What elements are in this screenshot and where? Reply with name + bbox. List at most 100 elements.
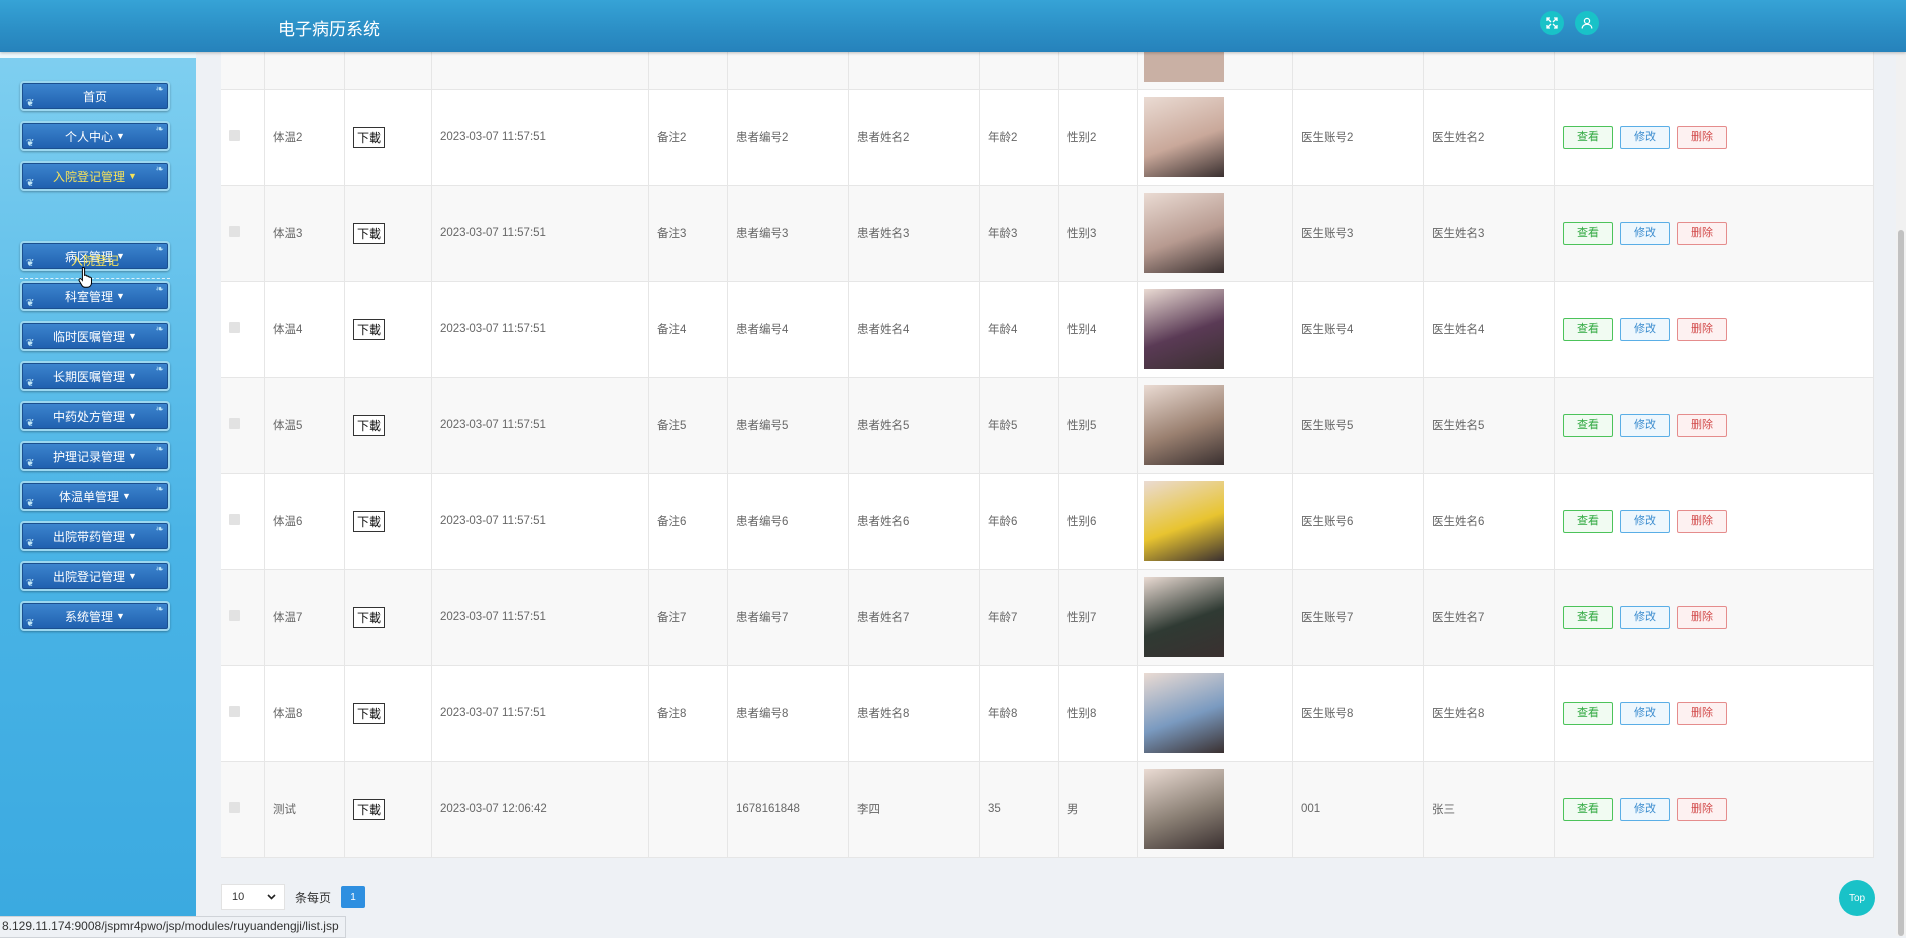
delete-button[interactable]: 删除: [1677, 605, 1727, 629]
row-checkbox[interactable]: [229, 418, 240, 429]
sidebar-item-0[interactable]: 首页 ❧ ❦: [20, 81, 170, 111]
download-link[interactable]: 下載: [353, 606, 386, 628]
delete-button[interactable]: 删除: [1677, 701, 1727, 725]
sidebar-item-6[interactable]: 长期医嘱管理 ▼ ❧ ❦: [20, 361, 170, 391]
edit-button[interactable]: 修改: [1620, 317, 1670, 341]
download-link[interactable]: 下載: [353, 318, 386, 340]
edit-button[interactable]: 修改: [1620, 605, 1670, 629]
ornament-icon: ❦: [26, 418, 35, 429]
time-cell: 2023-03-07 11:57:51: [431, 569, 649, 666]
select-cell: [221, 761, 265, 858]
actions-cell: 查看 修改 删除: [1554, 377, 1874, 474]
row-checkbox[interactable]: [229, 514, 240, 525]
submenu-item-admission[interactable]: 入院登记: [20, 252, 170, 279]
sidebar-item-8[interactable]: 护理记录管理 ▼ ❧ ❦: [20, 441, 170, 471]
doctor-name-cell: 医生姓名3: [1423, 185, 1555, 282]
doctor-account-cell: 医生账号4: [1292, 281, 1424, 378]
edit-button[interactable]: 修改: [1620, 221, 1670, 245]
page-size-select[interactable]: 10: [221, 884, 285, 910]
edit-button[interactable]: 修改: [1620, 509, 1670, 533]
sidebar-item-5[interactable]: 临时医嘱管理 ▼ ❧ ❦: [20, 321, 170, 351]
vertical-scrollbar[interactable]: [1896, 52, 1906, 936]
patient-no-cell: 患者编号6: [727, 473, 849, 570]
fullscreen-button[interactable]: [1540, 11, 1564, 35]
doctor-account-cell: 医生账号7: [1292, 569, 1424, 666]
view-button[interactable]: 查看: [1563, 605, 1613, 629]
edit-button[interactable]: 修改: [1620, 125, 1670, 149]
ornament-icon: ❦: [26, 98, 35, 109]
patient-photo: [1144, 673, 1224, 753]
delete-button[interactable]: 删除: [1677, 509, 1727, 533]
doctor-account-cell: 001: [1292, 761, 1424, 858]
row-checkbox[interactable]: [229, 706, 240, 717]
edit-button[interactable]: 修改: [1620, 413, 1670, 437]
view-button[interactable]: 查看: [1563, 797, 1613, 821]
download-cell: 下載: [344, 377, 432, 474]
scrollbar-thumb[interactable]: [1898, 230, 1904, 936]
pagination: 10 条每页 1: [221, 884, 366, 910]
delete-button[interactable]: 删除: [1677, 317, 1727, 341]
delete-button[interactable]: 删除: [1677, 413, 1727, 437]
sidebar-item-9[interactable]: 体温单管理 ▼ ❧ ❦: [20, 481, 170, 511]
sidebar-item-4[interactable]: 科室管理 ▼ ❧ ❦: [20, 281, 170, 311]
actions-cell: 查看 修改 删除: [1554, 473, 1874, 570]
patient-photo: [1144, 769, 1224, 849]
per-page-label: 条每页: [295, 890, 332, 905]
caret-down-icon: ▼: [128, 171, 137, 181]
sidebar-item-7[interactable]: 中药处方管理 ▼ ❧ ❦: [20, 401, 170, 431]
temperature-cell: 体温7: [264, 569, 345, 666]
patient-photo: [1144, 481, 1224, 561]
download-link[interactable]: 下載: [353, 798, 386, 820]
sidebar-item-2[interactable]: 入院登记管理 ▼ ❧ ❦: [20, 161, 170, 191]
select-cell: [221, 377, 265, 474]
temperature-cell: 体温4: [264, 281, 345, 378]
row-checkbox[interactable]: [229, 226, 240, 237]
view-button[interactable]: 查看: [1563, 509, 1613, 533]
row-checkbox[interactable]: [229, 610, 240, 621]
temperature-cell: 体温5: [264, 377, 345, 474]
sidebar-item-label: 护理记录管理: [53, 449, 126, 464]
sidebar-item-1[interactable]: 个人中心 ▼ ❧ ❦: [20, 121, 170, 151]
download-link[interactable]: 下載: [353, 702, 386, 724]
patient-photo: [1144, 289, 1224, 369]
view-button[interactable]: 查看: [1563, 701, 1613, 725]
sidebar-item-10[interactable]: 出院带药管理 ▼ ❧ ❦: [20, 521, 170, 551]
sidebar-item-12[interactable]: 系统管理 ▼ ❧ ❦: [20, 601, 170, 631]
view-button[interactable]: 查看: [1563, 125, 1613, 149]
back-to-top-button[interactable]: Top: [1839, 880, 1875, 916]
delete-button[interactable]: 删除: [1677, 125, 1727, 149]
view-button[interactable]: 查看: [1563, 317, 1613, 341]
download-link[interactable]: 下載: [353, 414, 386, 436]
sex-cell: 男: [1058, 761, 1138, 858]
doctor-name-cell: 医生姓名8: [1423, 665, 1555, 762]
user-button[interactable]: [1575, 11, 1599, 35]
view-button[interactable]: 查看: [1563, 413, 1613, 437]
delete-button[interactable]: 删除: [1677, 797, 1727, 821]
patient-name-cell: 患者姓名6: [848, 473, 980, 570]
page-button-1[interactable]: 1: [341, 886, 366, 908]
edit-button[interactable]: 修改: [1620, 701, 1670, 725]
ornament-icon: ❦: [26, 458, 35, 469]
admission-table: 体温2 下載 2023-03-07 11:57:51 备注2 患者编号2 患者姓名2 年龄2…: [221, 52, 1874, 858]
table-row: 体温5 下載 2023-03-07 11:57:51 备注5 患者编号5 患者姓名5 年龄5…: [221, 377, 1874, 474]
sidebar-item-label: 系统管理: [65, 609, 114, 624]
age-cell: 年龄4: [979, 281, 1059, 378]
temperature-cell: 体温6: [264, 473, 345, 570]
table-row: 体温2 下載 2023-03-07 11:57:51 备注2 患者编号2 患者姓名2 年龄2…: [221, 89, 1874, 186]
download-link[interactable]: 下載: [353, 222, 386, 244]
delete-button[interactable]: 删除: [1677, 221, 1727, 245]
doctor-account-cell: 医生账号8: [1292, 665, 1424, 762]
row-checkbox[interactable]: [229, 802, 240, 813]
sidebar-item-11[interactable]: 出院登记管理 ▼ ❧ ❦: [20, 561, 170, 591]
row-checkbox[interactable]: [229, 130, 240, 141]
app-title: 电子病历系统: [278, 20, 380, 39]
sidebar-item-label: 入院登记管理: [53, 169, 126, 184]
download-link[interactable]: 下載: [353, 126, 386, 148]
age-cell: 年龄2: [979, 89, 1059, 186]
download-link[interactable]: 下載: [353, 510, 386, 532]
edit-button[interactable]: 修改: [1620, 797, 1670, 821]
actions-cell: 查看 修改 删除: [1554, 89, 1874, 186]
view-button[interactable]: 查看: [1563, 221, 1613, 245]
ornament-icon: ❦: [26, 138, 35, 149]
row-checkbox[interactable]: [229, 322, 240, 333]
